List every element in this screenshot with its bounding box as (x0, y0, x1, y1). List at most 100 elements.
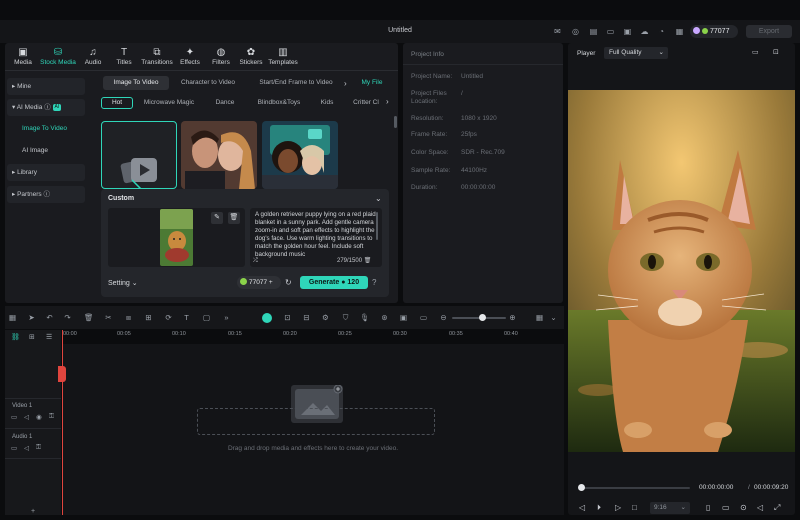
sidebar-item-library[interactable]: ▸ Library (7, 164, 85, 181)
news-icon[interactable]: ▤ (589, 27, 598, 36)
step-back-icon[interactable]: ⏵ (597, 503, 601, 513)
category-stickers[interactable]: ✿ Stickers (233, 47, 269, 66)
layout-icon[interactable]: ▦ (8, 313, 17, 322)
upload-image-tile[interactable] (101, 121, 177, 189)
lock-icon[interactable]: ⚿ (36, 444, 41, 452)
lightbulb-icon[interactable]: ◎ (571, 27, 580, 36)
my-file-link[interactable]: My File (355, 76, 389, 90)
redo-icon[interactable]: ↷ (63, 313, 72, 322)
volume-icon[interactable]: ◁ (24, 444, 29, 452)
category-stock-media[interactable]: ⛁ Stock Media (40, 47, 76, 66)
subtab-kids[interactable]: Kids (312, 97, 342, 109)
trash-icon[interactable]: 🗑 (228, 212, 240, 224)
category-titles[interactable]: T Titles (106, 47, 142, 66)
monitor-icon[interactable]: ▭ (606, 27, 615, 36)
split-icon[interactable]: ✂ (104, 313, 113, 322)
ai-tool-icon[interactable]: ⊟ (302, 313, 311, 322)
camera-icon[interactable]: ⊙ (740, 503, 747, 512)
select-tool-icon[interactable]: ➤ (27, 313, 36, 322)
text-tool-icon[interactable]: T (182, 313, 191, 322)
subtab-dance[interactable]: Dance (205, 97, 245, 109)
delete-icon[interactable]: 🗑 (84, 313, 94, 322)
compare-icon[interactable]: ▭ (752, 48, 759, 56)
magic-tool-icon[interactable] (262, 313, 272, 323)
sidebar-item-partners[interactable]: ▸ Partners ⓘ (7, 186, 85, 203)
lock-icon[interactable]: ⚿ (49, 413, 54, 421)
subtitle-icon[interactable]: ▭ (419, 313, 428, 322)
headset-icon[interactable]: ◔ (657, 27, 666, 36)
template-friends-thumbnail[interactable] (262, 121, 338, 189)
credit-balance-pill[interactable]: 77077 + (237, 276, 281, 289)
add-icon[interactable]: + (31, 508, 35, 515)
aspect-ratio-select[interactable]: 9:16 ⌄ (650, 502, 690, 514)
playhead-handle[interactable] (58, 366, 66, 382)
export-button[interactable]: Export (746, 25, 792, 38)
playback-progress[interactable] (580, 487, 690, 489)
subtab-hot[interactable]: Hot (101, 97, 133, 109)
playhead[interactable] (62, 330, 63, 515)
microphone-icon[interactable]: 🎙 (360, 313, 370, 322)
sidebar-item-ai-image[interactable]: AI Image (7, 142, 85, 159)
grid-icon[interactable]: ▦ (675, 27, 684, 36)
rotate-icon[interactable]: ⟳ (164, 313, 173, 322)
shield-icon[interactable]: ⛉ (341, 313, 350, 322)
trim-icon[interactable]: ⊞ (144, 313, 153, 322)
save-icon[interactable]: ▣ (623, 27, 632, 36)
shuffle-icon[interactable]: ⤮ (253, 258, 258, 265)
category-templates[interactable]: ▥ Templates (265, 47, 301, 66)
template-kiss-thumbnail[interactable] (181, 121, 257, 189)
sidebar-item-ai-media[interactable]: ▾ AI Media ⓘ AI (7, 99, 85, 116)
folder-icon[interactable]: ▭ (11, 444, 17, 452)
trash-icon[interactable]: 🗑 (364, 258, 372, 264)
chevron-down-icon[interactable]: ⌄ (549, 313, 558, 322)
volume-icon[interactable]: ◁ (757, 503, 763, 512)
more-tools-icon[interactable]: ▢ (202, 313, 211, 322)
tab-image-to-video[interactable]: Image To Video (103, 76, 169, 90)
category-transitions[interactable]: ⧉ Transitions (139, 47, 175, 66)
credits-badge[interactable]: 77077 (690, 25, 738, 38)
setting-dropdown[interactable]: Setting ⌄ (108, 279, 138, 287)
help-icon[interactable]: ? (372, 278, 376, 287)
cloud-icon[interactable]: ☁ (640, 27, 649, 36)
sidebar-item-image-to-video[interactable]: Image To Video (7, 120, 85, 137)
chevron-right-icon[interactable]: › (386, 97, 389, 106)
add-track-icon[interactable]: ⊞ (29, 333, 35, 341)
zoom-slider-handle[interactable] (479, 314, 486, 321)
marker-icon[interactable]: ▯ (706, 503, 710, 512)
edit-icon[interactable]: ✎ (211, 212, 223, 224)
video-preview[interactable] (568, 90, 795, 452)
sidebar-item-mine[interactable]: ▸ Mine (7, 78, 85, 95)
zoom-out-icon[interactable]: ⊖ (439, 313, 448, 322)
expand-icon[interactable]: » (222, 313, 231, 322)
auto-tool-icon[interactable]: ⊡ (283, 313, 292, 322)
link-icon[interactable]: ⛓ (11, 333, 20, 341)
tab-character-to-video[interactable]: Character to Video (172, 76, 244, 90)
stop-icon[interactable]: □ (632, 503, 637, 512)
grid-view-icon[interactable]: ▦ (535, 313, 544, 322)
zoom-in-icon[interactable]: ⊕ (508, 313, 517, 322)
undo-icon[interactable]: ↶ (45, 313, 54, 322)
chevron-down-icon[interactable]: ⌄ (375, 194, 382, 203)
subtab-blindbox-toys[interactable]: Blindbox&Toys (250, 97, 308, 109)
generate-button[interactable]: Generate ● 120 (300, 276, 368, 289)
reference-thumbnail[interactable] (160, 209, 193, 266)
timeline-ruler[interactable] (62, 330, 564, 340)
subtab-critter[interactable]: Critter Cl (347, 97, 385, 109)
refresh-icon[interactable]: ↻ (285, 278, 292, 287)
display-icon[interactable]: ▭ (722, 503, 730, 512)
chevron-right-icon[interactable]: › (344, 79, 347, 88)
scrollbar[interactable] (376, 212, 378, 240)
volume-icon[interactable]: ◁ (24, 413, 29, 421)
previous-frame-icon[interactable]: ◁ (579, 503, 585, 512)
image-tool-icon[interactable]: ▣ (399, 313, 408, 322)
media-dropzone[interactable] (197, 408, 435, 435)
progress-handle[interactable] (578, 484, 585, 491)
voice-icon[interactable]: ⊛ (380, 313, 389, 322)
fullscreen-icon[interactable]: ⤢ (774, 503, 780, 513)
track-list-icon[interactable]: ☰ (46, 333, 52, 341)
category-media[interactable]: ▣ Media (5, 47, 41, 66)
folder-icon[interactable]: ▭ (11, 413, 17, 421)
snapshot-icon[interactable]: ⊡ (773, 48, 779, 56)
gift-icon[interactable]: ✉ (553, 27, 562, 36)
quality-select[interactable]: Full Quality ⌄ (604, 47, 668, 59)
